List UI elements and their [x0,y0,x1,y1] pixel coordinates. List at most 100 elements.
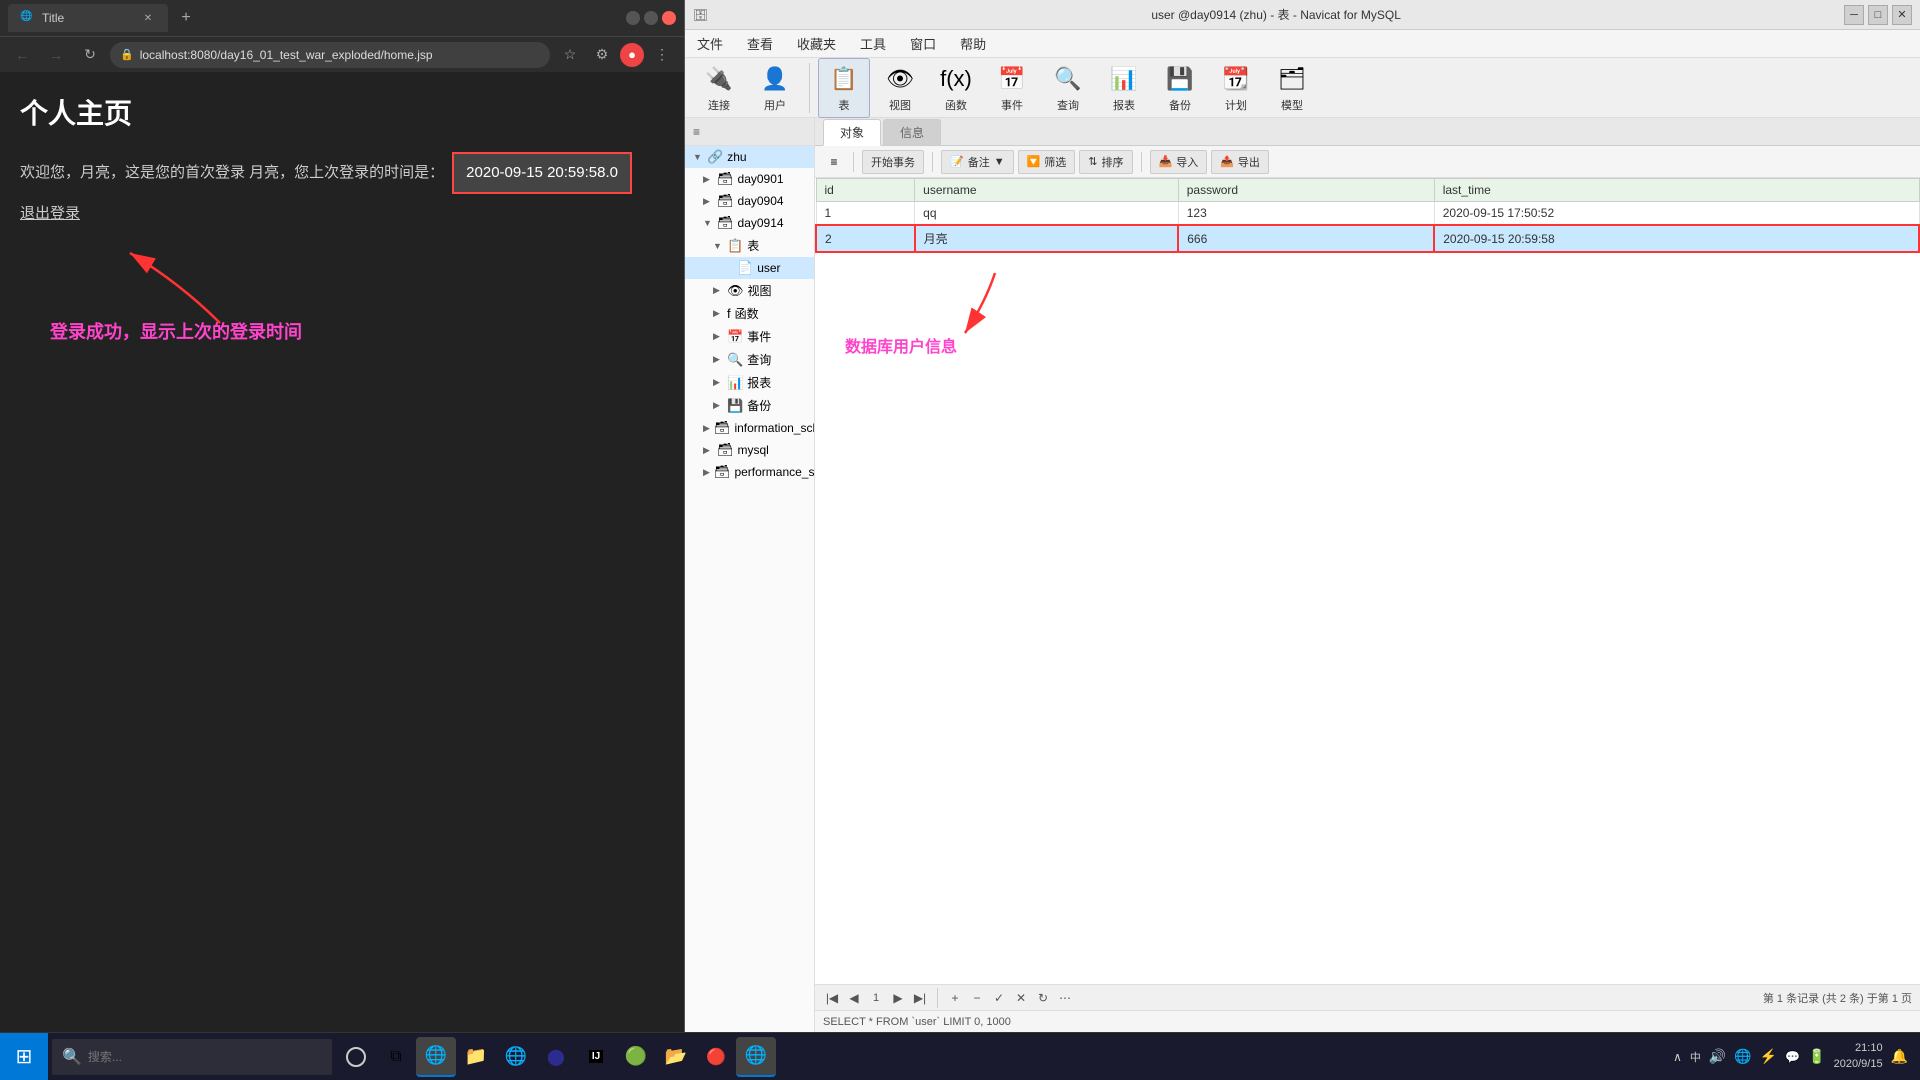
address-bar[interactable]: 🔒 localhost:8080/day16_01_test_war_explo… [110,42,550,68]
profile-icon[interactable]: ● [620,43,644,67]
logout-link[interactable]: 退出登录 [20,205,80,222]
toolbar-connect[interactable]: 🔌 连接 [693,59,745,117]
extensions-icon[interactable]: ⚙ [588,41,616,69]
maximize-button[interactable] [644,11,658,25]
col-password[interactable]: password [1178,179,1434,202]
taskbar-chrome2[interactable]: 🌐 [736,1037,776,1077]
filter-btn[interactable]: 🔽 筛选 [1018,150,1076,174]
import-btn[interactable]: 📥 导入 [1150,150,1208,174]
navicat-close[interactable]: ✕ [1892,5,1912,25]
nav-prev[interactable]: ◀ [845,989,863,1007]
nav-last[interactable]: ▶| [911,989,929,1007]
close-tab-button[interactable]: ✕ [140,10,156,26]
menu-query[interactable]: 查看 [743,32,777,55]
col-username[interactable]: username [915,179,1179,202]
menu-window[interactable]: 窗口 [906,32,940,55]
reload-button[interactable]: ↻ [76,41,104,69]
nav-first[interactable]: |◀ [823,989,841,1007]
cortana-button[interactable] [336,1037,376,1077]
tree-db-day0914[interactable]: ▼ 🗃 day0914 [685,212,814,234]
tree-tables-folder[interactable]: ▼ 📋 表 [685,234,814,257]
taskbar-search[interactable]: 🔍 [52,1039,332,1075]
tab-info[interactable]: 信息 [883,119,941,145]
navicat-title: user @day0914 (zhu) - 表 - Navicat for My… [708,6,1844,23]
nav-next[interactable]: ▶ [889,989,907,1007]
toolbar-table[interactable]: 📋 表 [818,58,870,118]
col-last-time[interactable]: last_time [1434,179,1919,202]
new-tab-button[interactable]: + [172,4,200,32]
tree-views[interactable]: ▶ 👁 视图 [685,279,814,302]
toolbar-schedule[interactable]: 📆 计划 [1210,59,1262,117]
nav-cancel[interactable]: ✕ [1012,989,1030,1007]
start-button[interactable]: ⊞ [0,1033,48,1080]
taskbar-eclipse[interactable]: ⬤ [536,1037,576,1077]
task-view-button[interactable]: ⧉ [376,1037,416,1077]
nav-refresh[interactable]: ↻ [1034,989,1052,1007]
nav-add[interactable]: + [946,989,964,1007]
notes-btn[interactable]: 📝 备注 ▼ [941,150,1014,174]
menu-file[interactable]: 文件 [693,32,727,55]
menu-icon[interactable]: ⋮ [648,41,676,69]
tree-connection[interactable]: ▼ 🔗 zhu [685,146,814,168]
export-btn[interactable]: 📤 导出 [1211,150,1269,174]
table-row-highlighted[interactable]: 2 月亮 666 2020-09-15 20:59:58 [816,225,1919,252]
menu-help[interactable]: 帮助 [956,32,990,55]
toolbar-view[interactable]: 👁 视图 [874,59,926,117]
forward-button[interactable]: → [42,41,70,69]
navicat-minimize[interactable]: ─ [1844,5,1864,25]
clock-time: 21:10 [1834,1041,1883,1056]
table-row[interactable]: 1 qq 123 2020-09-15 17:50:52 [816,202,1919,226]
taskbar-explorer[interactable]: 📁 [456,1037,496,1077]
taskbar-chrome[interactable]: 🌐 [416,1037,456,1077]
navicat-sidebar: ≡ ▼ 🔗 zhu ▶ 🗃 day0901 [685,118,815,1032]
toolbar-query[interactable]: 🔍 查询 [1042,59,1094,117]
tree-queries[interactable]: ▶ 🔍 查询 [685,348,814,371]
taskbar-ie[interactable]: 🌐 [496,1037,536,1077]
nav-delete[interactable]: − [968,989,986,1007]
bookmark-icon[interactable]: ☆ [556,41,584,69]
tree-functions[interactable]: ▶ f 函数 [685,302,814,325]
tab-objects[interactable]: 对象 [823,119,881,146]
tray-show-hidden[interactable]: ∧ [1673,1050,1682,1064]
nav-more[interactable]: ⋯ [1056,989,1074,1007]
taskbar-app6[interactable]: 📂 [656,1037,696,1077]
toolbar-report[interactable]: 📊 报表 [1098,59,1150,117]
tray-icon-1: 🔊 [1709,1048,1726,1065]
menu-favorites[interactable]: 收藏夹 [793,32,840,55]
back-button[interactable]: ← [8,41,36,69]
tree-db-info-schema[interactable]: ▶ 🗃 information_schem... [685,417,814,439]
toolbar-model[interactable]: 🗂 模型 [1266,59,1318,117]
tree-db-mysql[interactable]: ▶ 🗃 mysql [685,439,814,461]
toolbar-function[interactable]: f(x) 函数 [930,59,982,117]
minimize-button[interactable] [626,11,640,25]
tree-reports[interactable]: ▶ 📊 报表 [685,371,814,394]
tree-events[interactable]: ▶ 📅 事件 [685,325,814,348]
user-label: 用户 [764,97,786,113]
hamburger-menu[interactable]: ≡ [823,151,845,173]
taskbar-idea[interactable]: IJ [576,1037,616,1077]
nav-checkmark[interactable]: ✓ [990,989,1008,1007]
tree-db-perf-schema[interactable]: ▶ 🗃 performance_sche... [685,461,814,483]
sort-btn[interactable]: ⇅ 排序 [1079,150,1132,174]
expand-icon: ▶ [713,331,723,342]
menu-tools[interactable]: 工具 [856,32,890,55]
begin-transaction-btn[interactable]: 开始事务 [862,150,924,174]
tree-db-day0904[interactable]: ▶ 🗃 day0904 [685,190,814,212]
tree-db-day0901[interactable]: ▶ 🗃 day0901 [685,168,814,190]
col-id[interactable]: id [816,179,915,202]
user-icon: 👤 [759,63,791,95]
navicat-maximize[interactable]: □ [1868,5,1888,25]
reports-icon: 📊 [727,375,743,391]
taskbar-search-input[interactable] [88,1050,308,1064]
taskbar-tomcat[interactable]: 🔴 [696,1037,736,1077]
taskbar-clock[interactable]: 21:10 2020/9/15 [1834,1041,1883,1072]
close-button[interactable] [662,11,676,25]
toolbar-event[interactable]: 📅 事件 [986,59,1038,117]
browser-tab[interactable]: 🌐 Title ✕ [8,4,168,32]
tree-backup[interactable]: ▶ 💾 备份 [685,394,814,417]
taskbar-app5[interactable]: 🟢 [616,1037,656,1077]
tree-table-user[interactable]: 📄 user [685,257,814,279]
toolbar-user[interactable]: 👤 用户 [749,59,801,117]
tray-notification[interactable]: 🔔 [1891,1048,1908,1065]
toolbar-backup[interactable]: 💾 备份 [1154,59,1206,117]
